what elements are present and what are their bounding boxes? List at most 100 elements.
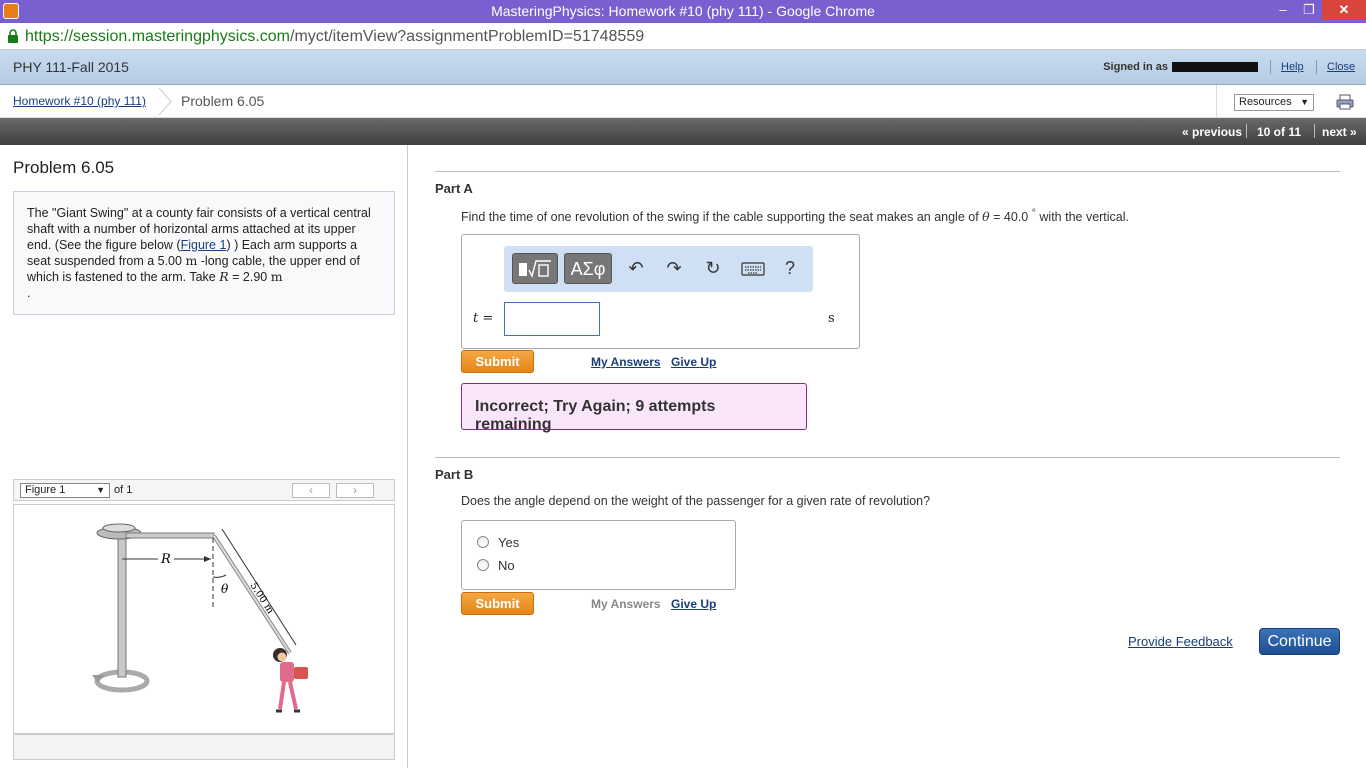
continue-button[interactable]: Continue <box>1259 628 1340 655</box>
dropdown-arrow-icon: ▼ <box>96 485 105 495</box>
signed-in-status: Signed in as <box>1103 61 1258 73</box>
part-b-submit-button[interactable]: Submit <box>461 592 534 615</box>
header-divider <box>1316 60 1317 74</box>
choice-yes[interactable]: Yes <box>477 535 519 550</box>
browser-app-icon <box>3 3 19 19</box>
unit-m: m <box>270 269 283 284</box>
help-icon[interactable]: ? <box>774 253 806 284</box>
nav-divider <box>1246 124 1247 138</box>
signed-in-label: Signed in as <box>1103 61 1168 73</box>
figure-selector[interactable]: Figure 1 ▼ <box>20 483 110 498</box>
question-text: Find the time of one revolution of the s… <box>461 210 983 225</box>
shaft-hub-top <box>102 523 136 533</box>
undo-icon[interactable]: ↶ <box>620 253 652 284</box>
next-link[interactable]: next » <box>1322 125 1357 139</box>
minimize-icon[interactable]: ‒ <box>1270 0 1296 20</box>
problem-statement: The "Giant Swing" at a county fair consi… <box>13 191 395 315</box>
redo-icon[interactable]: ↷ <box>658 253 690 284</box>
choice-no[interactable]: No <box>477 558 515 573</box>
horizontal-arm <box>125 532 215 539</box>
math-input-toolbar: ΑΣφ ↶ ↷ ↻ ? <box>504 246 813 292</box>
part-a-question: Find the time of one revolution of the s… <box>461 208 1129 224</box>
variable-theta: θ <box>982 209 990 225</box>
close-window-icon[interactable]: ✕ <box>1322 0 1366 20</box>
choice-yes-label: Yes <box>498 535 520 550</box>
course-header: PHY 111-Fall 2015 Signed in as Help Clos… <box>0 50 1366 85</box>
question-text: = 40.0 <box>989 210 1032 225</box>
label-R: R <box>160 552 171 567</box>
r-arrowhead <box>204 556 211 562</box>
problem-title: Problem 6.05 <box>13 158 115 177</box>
figure-link[interactable]: Figure 1 <box>181 238 227 252</box>
print-icon[interactable] <box>1336 94 1354 110</box>
question-text: with the vertical. <box>1035 210 1130 225</box>
greek-symbols-button[interactable]: ΑΣφ <box>564 253 612 284</box>
swing-seat <box>294 667 308 679</box>
templates-icon <box>519 260 551 278</box>
passenger-leg <box>278 681 286 710</box>
keyboard-icon[interactable] <box>737 253 769 284</box>
answer-pane: Part A Find the time of one revolution o… <box>409 145 1366 768</box>
part-b-choices: Yes No <box>461 520 736 590</box>
variable-R: R <box>219 269 229 284</box>
previous-link[interactable]: « previous <box>1182 125 1242 139</box>
address-bar[interactable]: https://session.masteringphysics.com/myc… <box>0 23 1366 50</box>
label-theta: θ <box>221 582 229 596</box>
statement-text: = 2.90 <box>228 270 271 284</box>
lock-icon <box>8 29 18 43</box>
header-divider <box>1270 60 1271 74</box>
breadcrumb: Homework #10 (phy 111) Problem 6.05 Reso… <box>0 85 1366 118</box>
answer-variable-label: t = <box>473 311 493 326</box>
giant-swing-diagram: R 5.00 m θ <box>92 523 308 713</box>
radio-no[interactable] <box>477 559 489 571</box>
passenger-body <box>280 662 294 682</box>
templates-button[interactable] <box>512 253 558 284</box>
url-text[interactable]: https://session.masteringphysics.com/myc… <box>25 23 644 50</box>
passenger-face <box>277 652 287 662</box>
close-link[interactable]: Close <box>1327 61 1355 73</box>
part-b-my-answers-link: My Answers <box>591 597 661 611</box>
resources-label: Resources <box>1239 96 1292 108</box>
figure-1: R 5.00 m θ <box>13 504 395 734</box>
reset-icon[interactable]: ↻ <box>697 253 729 284</box>
redacted-username <box>1172 62 1258 73</box>
resources-dropdown[interactable]: Resources ▼ <box>1234 94 1314 111</box>
url-host: https://session.masteringphysics.com <box>25 28 290 45</box>
help-link[interactable]: Help <box>1281 61 1304 73</box>
answer-input[interactable] <box>504 302 600 336</box>
passenger-leg <box>288 681 298 710</box>
nav-divider <box>1314 124 1315 138</box>
part-b-give-up-link[interactable]: Give Up <box>671 597 716 611</box>
breadcrumb-chevron-icon <box>158 88 172 115</box>
part-divider <box>435 171 1340 172</box>
figure-next-button[interactable]: › <box>336 483 374 498</box>
rotation-arrowhead <box>92 675 104 683</box>
part-a-submit-button[interactable]: Submit <box>461 350 534 373</box>
problem-navigation-bar: « previous 10 of 11 next » <box>0 118 1366 145</box>
window-controls: ‒ ❐ ✕ <box>1270 0 1366 23</box>
provide-feedback-link[interactable]: Provide Feedback <box>1128 634 1233 649</box>
figure-footer <box>13 734 395 760</box>
part-divider <box>435 457 1340 458</box>
statement-text: . <box>27 286 31 300</box>
variable-t: t <box>473 311 479 326</box>
window-title: MasteringPhysics: Homework #10 (phy 111)… <box>491 3 875 19</box>
theta-arc <box>212 574 227 578</box>
part-a-label: Part A <box>435 181 473 196</box>
part-a-answer-box: ΑΣφ ↶ ↷ ↻ ? t = s <box>461 234 860 349</box>
breadcrumb-current-problem: Problem 6.05 <box>181 93 265 109</box>
restore-icon[interactable]: ❐ <box>1296 0 1322 20</box>
answer-unit: s <box>828 311 835 326</box>
dropdown-arrow-icon: ▼ <box>1300 97 1309 107</box>
figure-count: of 1 <box>114 484 133 496</box>
figure-toolbar: Figure 1 ▼ of 1 ‹ › <box>13 479 395 501</box>
part-a-my-answers-link[interactable]: My Answers <box>591 355 661 369</box>
figure-selector-value: Figure 1 <box>25 484 66 496</box>
url-path: /myct/itemView?assignmentProblemID=51748… <box>290 28 645 45</box>
equals-sign: = <box>482 311 494 326</box>
part-a-give-up-link[interactable]: Give Up <box>671 355 716 369</box>
breadcrumb-assignment-link[interactable]: Homework #10 (phy 111) <box>13 94 146 108</box>
choice-no-label: No <box>498 558 515 573</box>
radio-yes[interactable] <box>477 536 489 548</box>
figure-prev-button[interactable]: ‹ <box>292 483 330 498</box>
